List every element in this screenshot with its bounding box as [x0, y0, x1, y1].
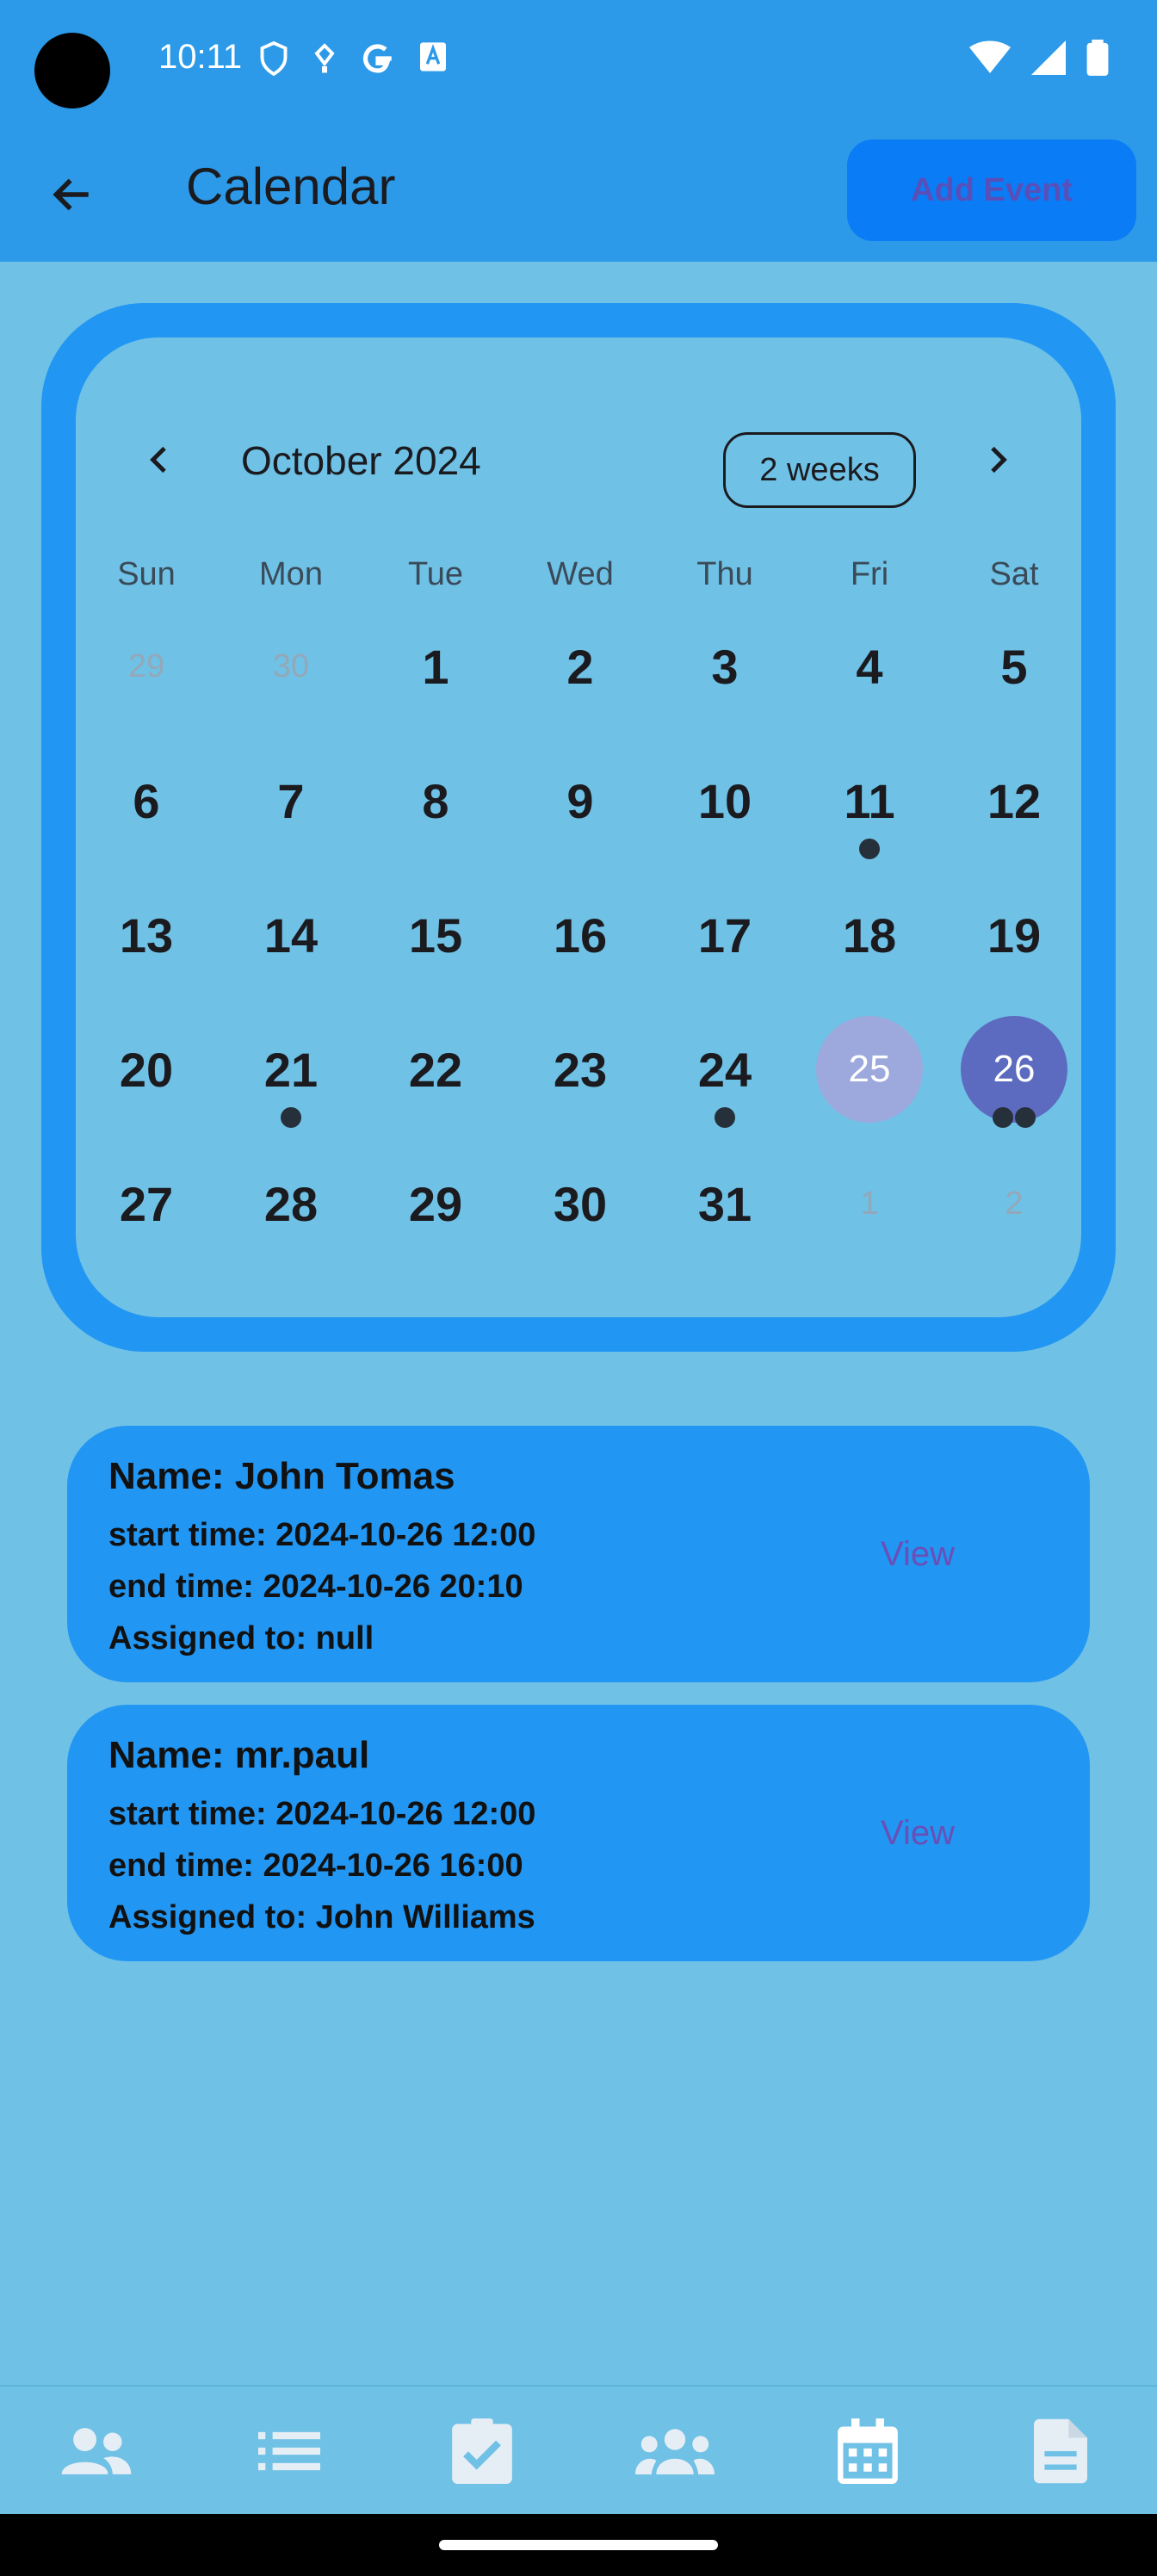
calendar-day[interactable]: 12 — [961, 747, 1067, 854]
back-button[interactable] — [38, 160, 107, 229]
status-time: 10:11 — [158, 38, 243, 76]
calendar-day[interactable]: 22 — [382, 1016, 489, 1123]
status-bar: 10:11 — [0, 0, 1157, 117]
event-marker — [859, 839, 880, 859]
calendar-day[interactable]: 23 — [527, 1016, 634, 1123]
calendar-day[interactable]: 14 — [238, 882, 344, 988]
weekday-tue: Tue — [407, 556, 464, 592]
signal-icon — [1031, 40, 1066, 75]
calendar-day[interactable]: 25 — [816, 1016, 923, 1123]
event-marker — [1015, 1107, 1036, 1128]
calendar-day[interactable]: 5 — [961, 613, 1067, 720]
event-marker — [993, 1107, 1013, 1128]
calendar-card: October 2024 2 weeks Sun Mon Tue Wed Thu Fri S… — [41, 303, 1116, 1352]
calendar-day[interactable]: 1 — [382, 613, 489, 720]
event-name: Name: John Tomas — [108, 1455, 455, 1497]
calendar-day[interactable]: 15 — [382, 882, 489, 988]
calendar-inner: October 2024 2 weeks Sun Mon Tue Wed Thu Fri S… — [76, 337, 1081, 1317]
weekday-wed: Wed — [547, 556, 614, 592]
calendar-day-outside[interactable]: 30 — [238, 613, 344, 720]
event-card: Name: John Tomas start time: 2024-10-26 … — [67, 1426, 1090, 1682]
nav-item-tasks[interactable] — [439, 2412, 525, 2490]
calendar-day[interactable]: 30 — [527, 1150, 634, 1257]
people-icon — [61, 2428, 132, 2474]
app-bar: Calendar Add Event — [0, 117, 1157, 262]
camera-cutout — [34, 33, 110, 108]
home-gesture-handle[interactable] — [439, 2540, 718, 2550]
event-card: Name: mr.paul start time: 2024-10-26 12:… — [67, 1705, 1090, 1961]
event-marker — [281, 1107, 301, 1128]
calendar-day[interactable]: 17 — [671, 882, 778, 988]
add-event-button[interactable]: Add Event — [847, 139, 1136, 241]
event-assigned: Assigned to: null — [108, 1620, 374, 1656]
calendar-day[interactable]: 13 — [93, 882, 200, 988]
chevron-left-icon — [150, 446, 166, 474]
weekday-mon: Mon — [259, 556, 323, 592]
shield-icon — [260, 40, 288, 77]
nav-item-calendar[interactable] — [825, 2412, 911, 2490]
calendar-day[interactable]: 28 — [238, 1150, 344, 1257]
calendar-day[interactable]: 7 — [238, 747, 344, 854]
weekday-sat: Sat — [989, 556, 1039, 592]
weekday-fri: Fri — [850, 556, 889, 592]
event-marker — [715, 1107, 735, 1128]
event-assigned: Assigned to: John Williams — [108, 1899, 535, 1935]
chevron-right-icon — [991, 446, 1007, 474]
calendar-day[interactable]: 8 — [382, 747, 489, 854]
event-end-time: end time: 2024-10-26 20:10 — [108, 1569, 523, 1605]
nav-item-people[interactable] — [53, 2412, 139, 2490]
nav-item-list[interactable] — [246, 2412, 332, 2490]
event-name: Name: mr.paul — [108, 1734, 370, 1776]
calendar-day[interactable]: 19 — [961, 882, 1067, 988]
calendar-header: October 2024 2 weeks — [76, 337, 1081, 510]
next-month-button[interactable] — [971, 434, 1023, 486]
font-icon — [420, 42, 446, 71]
google-icon — [362, 44, 392, 73]
calendar-day[interactable]: 3 — [671, 613, 778, 720]
calendar-day[interactable]: 10 — [671, 747, 778, 854]
view-event-button[interactable]: View — [842, 1508, 993, 1600]
calendar-day-outside[interactable]: 29 — [93, 613, 200, 720]
calendar-day[interactable]: 4 — [816, 613, 923, 720]
calendar-day[interactable]: 29 — [382, 1150, 489, 1257]
calendar-day[interactable]: 18 — [816, 882, 923, 988]
nav-item-groups[interactable] — [632, 2412, 718, 2490]
bottom-navigation — [0, 2385, 1157, 2514]
calendar-day[interactable]: 16 — [527, 882, 634, 988]
calendar-day-outside[interactable]: 1 — [816, 1150, 923, 1257]
calendar-day[interactable]: 2 — [527, 613, 634, 720]
format-toggle-button[interactable]: 2 weeks — [723, 432, 916, 508]
groups-icon — [635, 2429, 715, 2475]
calendar-day-outside[interactable]: 2 — [961, 1150, 1067, 1257]
battery-icon — [1086, 40, 1109, 76]
weekday-sun: Sun — [117, 556, 176, 592]
list-icon — [258, 2431, 320, 2471]
calendar-icon — [838, 2418, 898, 2484]
month-title: October 2024 — [241, 438, 481, 483]
view-event-button[interactable]: View — [842, 1787, 993, 1879]
calendar-day[interactable]: 27 — [93, 1150, 200, 1257]
nav-item-documents[interactable] — [1018, 2412, 1104, 2490]
weekday-thu: Thu — [696, 556, 753, 592]
wifi-icon — [969, 40, 1011, 73]
gesture-bar — [0, 2514, 1157, 2576]
assignment-icon — [452, 2418, 512, 2484]
document-icon — [1034, 2418, 1087, 2484]
arrow-back-icon — [53, 178, 89, 211]
calendar-day[interactable]: 31 — [671, 1150, 778, 1257]
prev-month-button[interactable] — [134, 434, 186, 486]
calendar-day[interactable]: 9 — [527, 747, 634, 854]
weekday-row: Sun Mon Tue Wed Thu Fri Sat — [76, 556, 1081, 608]
calendar-day[interactable]: 6 — [93, 747, 200, 854]
page-title: Calendar — [186, 158, 396, 215]
calendar-day[interactable]: 20 — [93, 1016, 200, 1123]
event-start-time: start time: 2024-10-26 12:00 — [108, 1517, 536, 1553]
event-start-time: start time: 2024-10-26 12:00 — [108, 1796, 536, 1832]
event-end-time: end time: 2024-10-26 16:00 — [108, 1848, 523, 1884]
pin-icon — [314, 43, 335, 73]
calendar-day[interactable]: 26 — [961, 1016, 1067, 1123]
